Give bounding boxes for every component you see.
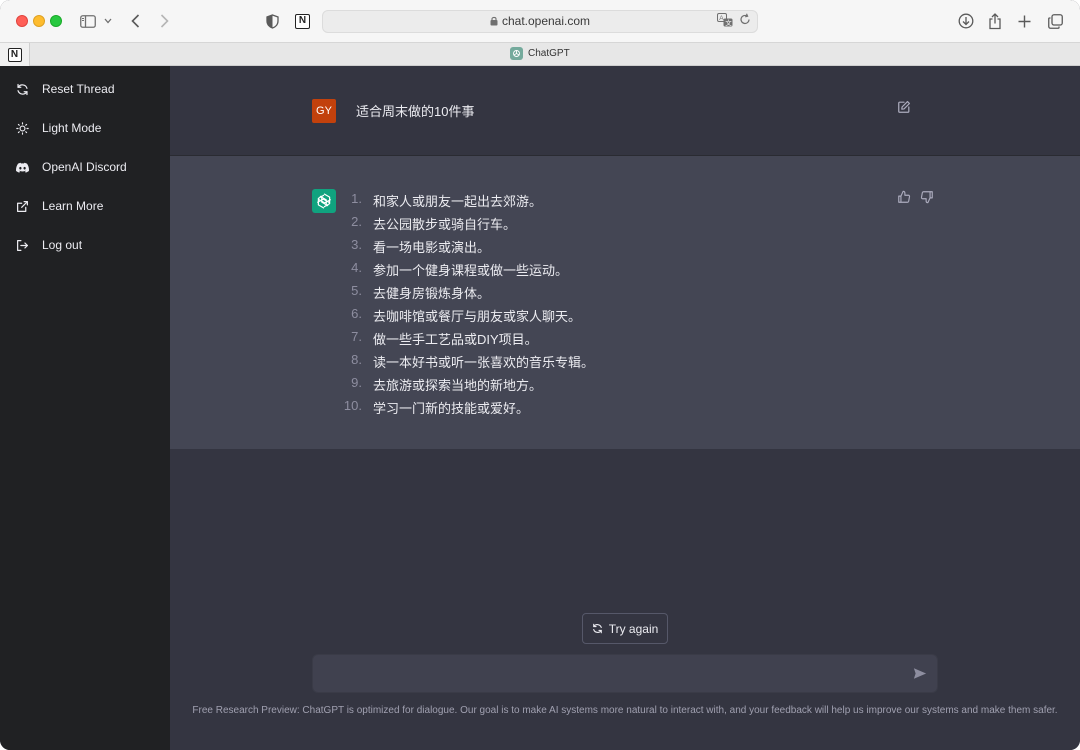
- sidebar-item-light-mode[interactable]: Light Mode: [0, 110, 170, 146]
- sidebar-item-learn-more[interactable]: Learn More: [0, 188, 170, 224]
- assistant-answer-list: 1. 和家人或朋友一起出去郊游。 2. 去公园散步或骑自行车。 3. 看一场电影或演出…: [340, 191, 594, 421]
- svg-text:文: 文: [725, 18, 732, 27]
- try-again-button[interactable]: Try again: [582, 613, 668, 644]
- sidebar-item-log-out[interactable]: Log out: [0, 227, 170, 263]
- sidebar-item-label: Reset Thread: [42, 82, 115, 96]
- chat-main: GY 适合周末做的10件事 1. 和家人或朋友一起出去郊游。 2. 去公园散步或骑自…: [170, 66, 1080, 750]
- list-item: 7. 做一些手工艺品或DIY项目。: [351, 329, 538, 347]
- user-message: 适合周末做的10件事: [356, 104, 475, 119]
- url-text: chat.openai.com: [501, 14, 591, 28]
- browser-window: N chat.openai.com A文 N ChatGPT Reset Thr…: [0, 0, 1080, 750]
- pinned-tab-notion[interactable]: N: [0, 43, 30, 66]
- zoom-window-button[interactable]: [50, 15, 62, 27]
- minimize-window-button[interactable]: [33, 15, 45, 27]
- browser-toolbar: N chat.openai.com A文: [0, 0, 1080, 42]
- reload-icon[interactable]: [739, 13, 751, 32]
- forward-icon[interactable]: [160, 10, 169, 32]
- user-message-row: GY 适合周末做的10件事: [170, 66, 1080, 156]
- tab-chatgpt[interactable]: ChatGPT: [510, 47, 570, 60]
- sun-icon: [16, 121, 29, 135]
- notion-icon: N: [7, 47, 22, 62]
- address-bar[interactable]: chat.openai.com A文: [322, 10, 758, 33]
- sidebar-item-label: Log out: [42, 238, 83, 252]
- sidebar-toggle-icon[interactable]: [80, 10, 96, 32]
- assistant-message-row: 1. 和家人或朋友一起出去郊游。 2. 去公园散步或骑自行车。 3. 看一场电影或演出…: [170, 156, 1080, 449]
- send-icon[interactable]: [913, 667, 927, 685]
- list-item: 1. 和家人或朋友一起出去郊游。: [351, 191, 543, 209]
- refresh-icon: [592, 623, 602, 634]
- close-window-button[interactable]: [16, 15, 28, 27]
- new-tab-icon[interactable]: [1018, 10, 1031, 32]
- share-icon[interactable]: [988, 10, 1002, 32]
- sidebar: Reset Thread Light Mode OpenAI Discord L…: [0, 66, 170, 750]
- list-item: 8. 读一本好书或听一张喜欢的音乐专辑。: [351, 352, 595, 370]
- openai-logo-icon: [510, 47, 523, 60]
- translate-icon[interactable]: A文: [717, 13, 733, 32]
- disclaimer-footer: Free Research Preview: ChatGPT is optimi…: [192, 705, 1058, 716]
- download-icon[interactable]: [958, 10, 974, 32]
- list-item: 6. 去咖啡馆或餐厅与朋友或家人聊天。: [351, 306, 582, 324]
- chevron-down-icon[interactable]: [104, 10, 112, 32]
- tab-title: ChatGPT: [528, 48, 570, 59]
- sidebar-item-label: Learn More: [42, 199, 104, 213]
- user-avatar: GY: [312, 99, 336, 123]
- list-item: 4. 参加一个健身课程或做一些运动。: [351, 260, 569, 278]
- list-item: 5. 去健身房锻炼身体。: [351, 283, 491, 301]
- notion-extension-icon[interactable]: N: [295, 10, 310, 32]
- tab-overview-icon[interactable]: [1048, 10, 1063, 32]
- list-item: 2. 去公园散步或骑自行车。: [351, 214, 517, 232]
- message-input[interactable]: [325, 663, 895, 685]
- message-composer: [312, 654, 938, 693]
- sidebar-item-label: Light Mode: [42, 121, 102, 135]
- external-link-icon: [17, 200, 28, 212]
- sidebar-item-label: OpenAI Discord: [42, 160, 127, 174]
- shield-icon[interactable]: [266, 10, 279, 32]
- tab-bar: N ChatGPT: [0, 42, 1080, 66]
- back-icon[interactable]: [131, 10, 140, 32]
- thumbs-down-icon[interactable]: [920, 190, 934, 209]
- chatgpt-logo-icon: [312, 189, 336, 213]
- list-item: 3. 看一场电影或演出。: [351, 237, 491, 255]
- sidebar-item-reset-thread[interactable]: Reset Thread: [0, 71, 170, 107]
- lock-icon: [490, 15, 498, 29]
- logout-icon: [17, 239, 28, 251]
- discord-icon: [16, 162, 29, 173]
- list-item: 10. 学习一门新的技能或爱好。: [343, 398, 530, 416]
- refresh-icon: [17, 83, 28, 95]
- thumbs-up-icon[interactable]: [897, 190, 911, 209]
- sidebar-item-openai-discord[interactable]: OpenAI Discord: [0, 149, 170, 185]
- list-item: 9. 去旅游或探索当地的新地方。: [351, 375, 543, 393]
- try-again-label: Try again: [608, 621, 659, 636]
- edit-icon[interactable]: [897, 100, 911, 119]
